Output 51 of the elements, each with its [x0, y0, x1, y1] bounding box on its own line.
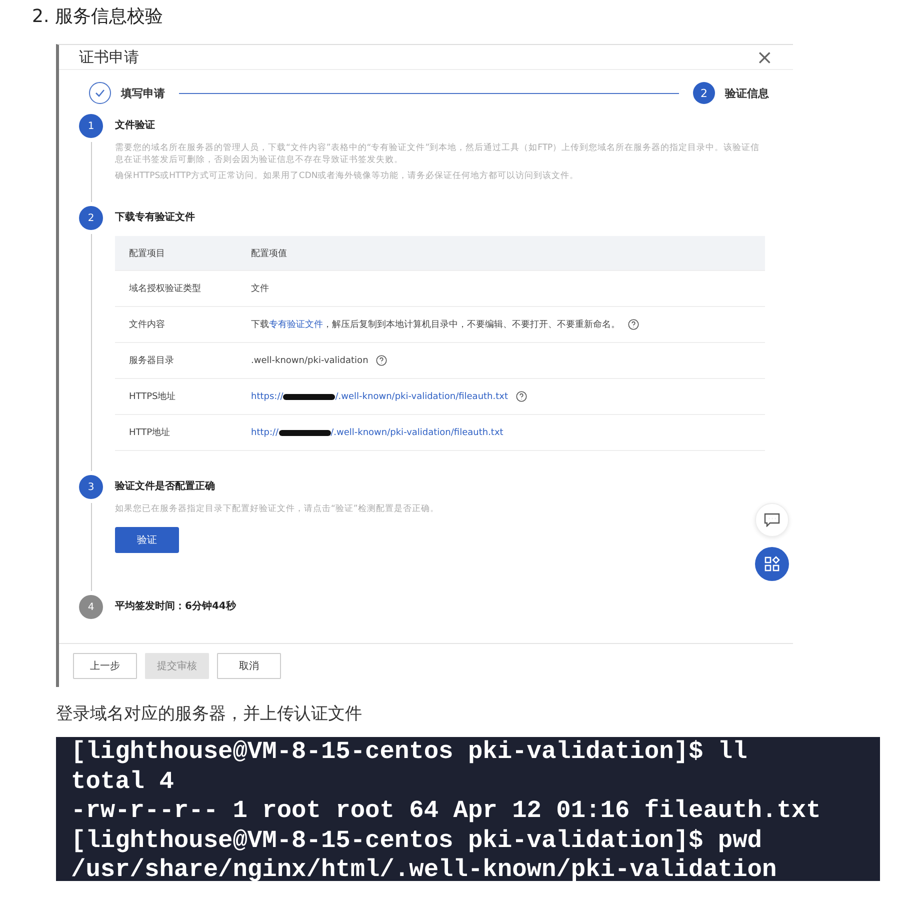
table-cell-text: HTTP地址 [128, 426, 172, 439]
description-text: 确保HTTPS或HTTP方式可正常访问。如果用了CDN或者海外镜像等功能，请务必保证任何地方都可以访问到该文件。 [115, 170, 580, 182]
section-title: 平均签发时间：6分钟44秒 [115, 600, 238, 614]
description-text: 如果您已在服务器指定目录下配置好验证文件，请点击“验证”检测配置是否正确。 [115, 503, 440, 515]
verify-button[interactable]: 验证 [115, 527, 179, 553]
step-number: 1 [79, 114, 103, 138]
help-icon[interactable] [628, 319, 639, 330]
section-heading: 2. 服务信息校验 [31, 5, 164, 29]
step-number: 4 [79, 595, 103, 619]
terminal-line: /usr/share/nginx/html/.well-known/pki-validation [71, 856, 778, 881]
redaction-mark [278, 430, 331, 436]
apps-icon [764, 556, 780, 572]
redaction-mark [283, 394, 336, 400]
footer-button[interactable]: 取消 [217, 653, 281, 679]
link[interactable]: https:// [251, 392, 284, 402]
step-label: 验证信息 [725, 86, 769, 100]
feedback-button[interactable] [755, 503, 789, 537]
apps-button[interactable] [755, 547, 789, 581]
table-cell-text: HTTPS地址 [128, 390, 177, 403]
dialog-title: 证书申请 [79, 48, 139, 66]
terminal-line: [lighthouse@VM-8-15-centos pki-validation]$ pwd [71, 826, 764, 856]
link[interactable]: /.well-known/pki-validation/fileauth.txt [330, 428, 504, 438]
caption-text: 登录域名对应的服务器，并上传认证文件 [56, 703, 363, 726]
link[interactable]: 专有验证文件 [269, 318, 323, 331]
terminal-line: total 4 [71, 768, 175, 797]
cell-text: ，解压后复制到本地计算机目录中，不要编辑、不要打开、不要重新命名。 [323, 318, 620, 331]
table-cell-text: 文件内容 [128, 318, 166, 331]
help-icon[interactable] [376, 355, 388, 366]
close-button[interactable]: × [756, 45, 773, 69]
terminal-line: -rw-r--r-- 1 root root 64 Apr 12 01:16 fileauth.txt [71, 797, 822, 826]
step-number: 2 [79, 206, 103, 230]
section-title: 验证文件是否配置正确 [115, 480, 216, 494]
column-header: 配置项目 [128, 248, 166, 260]
section-title: 文件验证 [115, 118, 156, 133]
step-number: 3 [79, 475, 103, 499]
description-text: 需要您的域名所在服务器的管理人员，下载“文件内容”表格中的“专有验证文件”到本地，然后通过工具（如FTP）上传到您域名所在服务器的指定目录中。该验证信息在证书签发后可删除，否则会因为验证信息不存在导致证书签发失败。 [115, 142, 761, 166]
column-header: 配置项值 [251, 248, 287, 260]
chat-icon [764, 513, 780, 527]
step-number: 2 [693, 82, 715, 104]
footer-button[interactable]: 上一步 [73, 653, 137, 679]
section-title: 下载专有验证文件 [115, 210, 196, 225]
terminal-line: [lighthouse@VM-8-15-centos pki-validation]$ ll [71, 738, 748, 768]
cell-text: .well-known/pki-validation [251, 356, 368, 366]
cell-text: 下载 [251, 318, 269, 331]
cell-text: 文件 [251, 282, 269, 295]
table-cell-text: 域名授权验证类型 [128, 282, 202, 295]
link[interactable]: /.well-known/pki-validation/fileauth.txt [335, 392, 508, 402]
help-icon[interactable] [516, 391, 528, 402]
step-label: 填写申请 [121, 86, 165, 100]
table-cell-text: 服务器目录 [128, 354, 175, 367]
link[interactable]: http:// [251, 428, 279, 438]
